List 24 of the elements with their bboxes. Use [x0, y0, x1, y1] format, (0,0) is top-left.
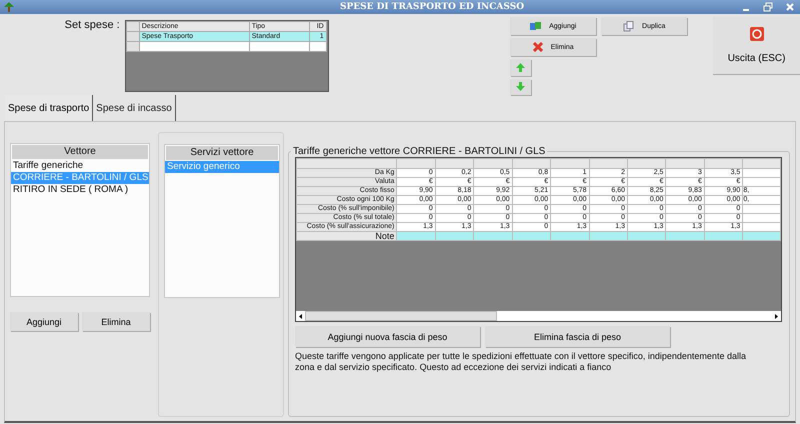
list-header: Servizi vettore	[166, 146, 278, 160]
list-item[interactable]: Tariffe generiche	[11, 160, 149, 172]
window-title: SPESE DI TRASPORTO ED INCASSO	[340, 2, 524, 12]
add-button[interactable]: Aggiungi	[10, 312, 78, 331]
scroll-thumb[interactable]	[305, 311, 497, 321]
set-spese-label: Set spese :	[64, 18, 120, 33]
tree-icon	[3, 1, 15, 13]
delete-icon	[532, 42, 543, 52]
description-text: Queste tariffe vengono applicate per tutte le spedizioni effettuate con il vettore specifico, indipendentemente dalla zona e dal servizio specificato. Questo ad eccezione dei servizi indicati a fianco	[295, 351, 747, 373]
up-arrow-icon	[516, 62, 526, 72]
list-item[interactable]: RITIRO IN SEDE ( ROMA )	[11, 184, 149, 196]
tab[interactable]: Spese di incasso	[93, 95, 176, 121]
exit-button[interactable]: Uscita (ESC)	[713, 17, 800, 74]
power-icon	[750, 27, 764, 41]
horizontal-scrollbar[interactable]	[296, 311, 781, 321]
down-arrow-icon	[516, 82, 526, 92]
list-header: Vettore	[12, 145, 148, 159]
tab[interactable]: Spese di trasporto	[4, 95, 94, 121]
add-icon	[530, 21, 542, 31]
delete-button[interactable]: Elimina	[82, 312, 150, 331]
copy-icon	[623, 20, 634, 32]
delete-weight-band-button[interactable]: Elimina fascia di peso	[485, 326, 670, 347]
group-title: Tariffe generiche vettore CORRIERE - BARTOLINI / GLS	[292, 146, 546, 157]
add-weight-band-button[interactable]: Aggiungi nuova fascia di peso	[295, 326, 480, 347]
